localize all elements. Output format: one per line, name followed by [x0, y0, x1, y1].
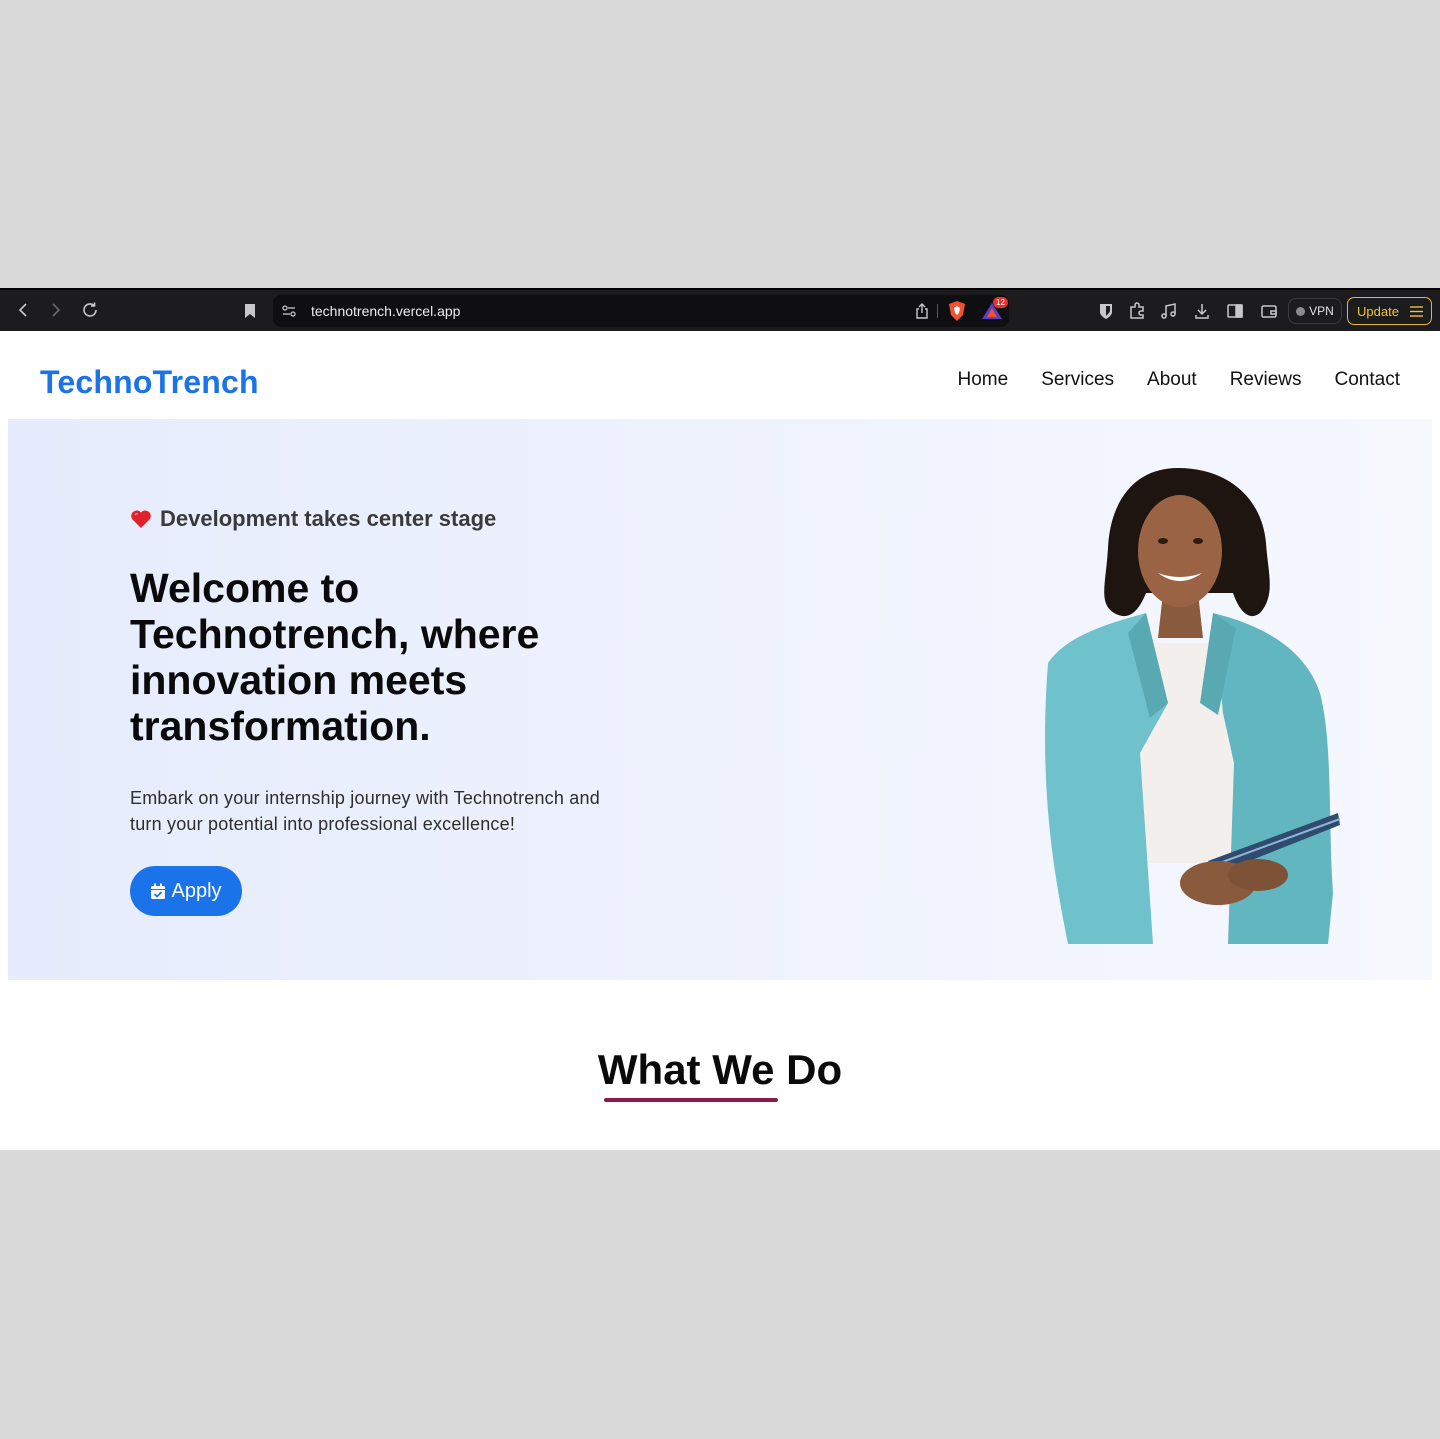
calendar-check-icon [151, 883, 166, 899]
update-button[interactable]: Update [1347, 297, 1432, 325]
divider [937, 304, 938, 318]
rewards-badge: 12 [993, 297, 1008, 308]
apply-button[interactable]: Apply [130, 866, 242, 916]
hero-tagline: Development takes center stage [130, 506, 496, 532]
web-page: TechnoTrench Home Services About Reviews… [0, 331, 1440, 1150]
reload-icon[interactable] [80, 300, 100, 320]
vpn-button[interactable]: VPN [1288, 298, 1342, 324]
brave-shields-icon[interactable] [947, 300, 967, 322]
title-underline [604, 1098, 778, 1102]
wallet-icon[interactable] [1260, 302, 1278, 320]
bitwarden-icon[interactable] [1097, 302, 1115, 320]
tagline-text: Development takes center stage [160, 506, 497, 531]
share-icon[interactable] [913, 302, 931, 320]
sidebar-icon[interactable] [1226, 302, 1244, 320]
nav-contact[interactable]: Contact [1335, 369, 1400, 391]
download-icon[interactable] [1193, 302, 1211, 320]
nav-reviews[interactable]: Reviews [1230, 369, 1302, 391]
bookmark-icon[interactable] [240, 301, 260, 321]
hero-section: Development takes center stage Welcome t… [8, 419, 1432, 980]
site-logo[interactable]: TechnoTrench [40, 364, 259, 401]
forward-icon[interactable] [46, 300, 66, 320]
extensions-icon[interactable] [1128, 302, 1146, 320]
nav-about[interactable]: About [1147, 369, 1197, 391]
update-label: Update [1357, 303, 1399, 319]
media-icon[interactable] [1160, 302, 1178, 320]
menu-icon [1410, 306, 1423, 317]
hero-portrait-image [1045, 468, 1341, 944]
nav-services[interactable]: Services [1041, 369, 1114, 391]
back-icon[interactable] [13, 300, 33, 320]
browser-toolbar: technotrench.vercel.app 12 VPN Update [0, 288, 1440, 331]
site-header: TechnoTrench Home Services About Reviews… [0, 331, 1440, 419]
vpn-label: VPN [1309, 304, 1334, 318]
address-bar[interactable]: technotrench.vercel.app 12 [273, 295, 1009, 327]
hero-title: Welcome to Technotrench, where innovatio… [130, 565, 540, 749]
apply-label: Apply [171, 879, 222, 902]
vpn-status-icon [1296, 306, 1306, 316]
main-nav: Home Services About Reviews Contact [958, 369, 1401, 391]
url-text[interactable]: technotrench.vercel.app [311, 303, 460, 319]
section-title: What We Do [597, 1046, 843, 1093]
hero-description: Embark on your internship journey with T… [130, 788, 600, 834]
heart-icon [131, 510, 151, 528]
site-settings-icon[interactable] [281, 303, 297, 319]
nav-home[interactable]: Home [958, 369, 1009, 391]
